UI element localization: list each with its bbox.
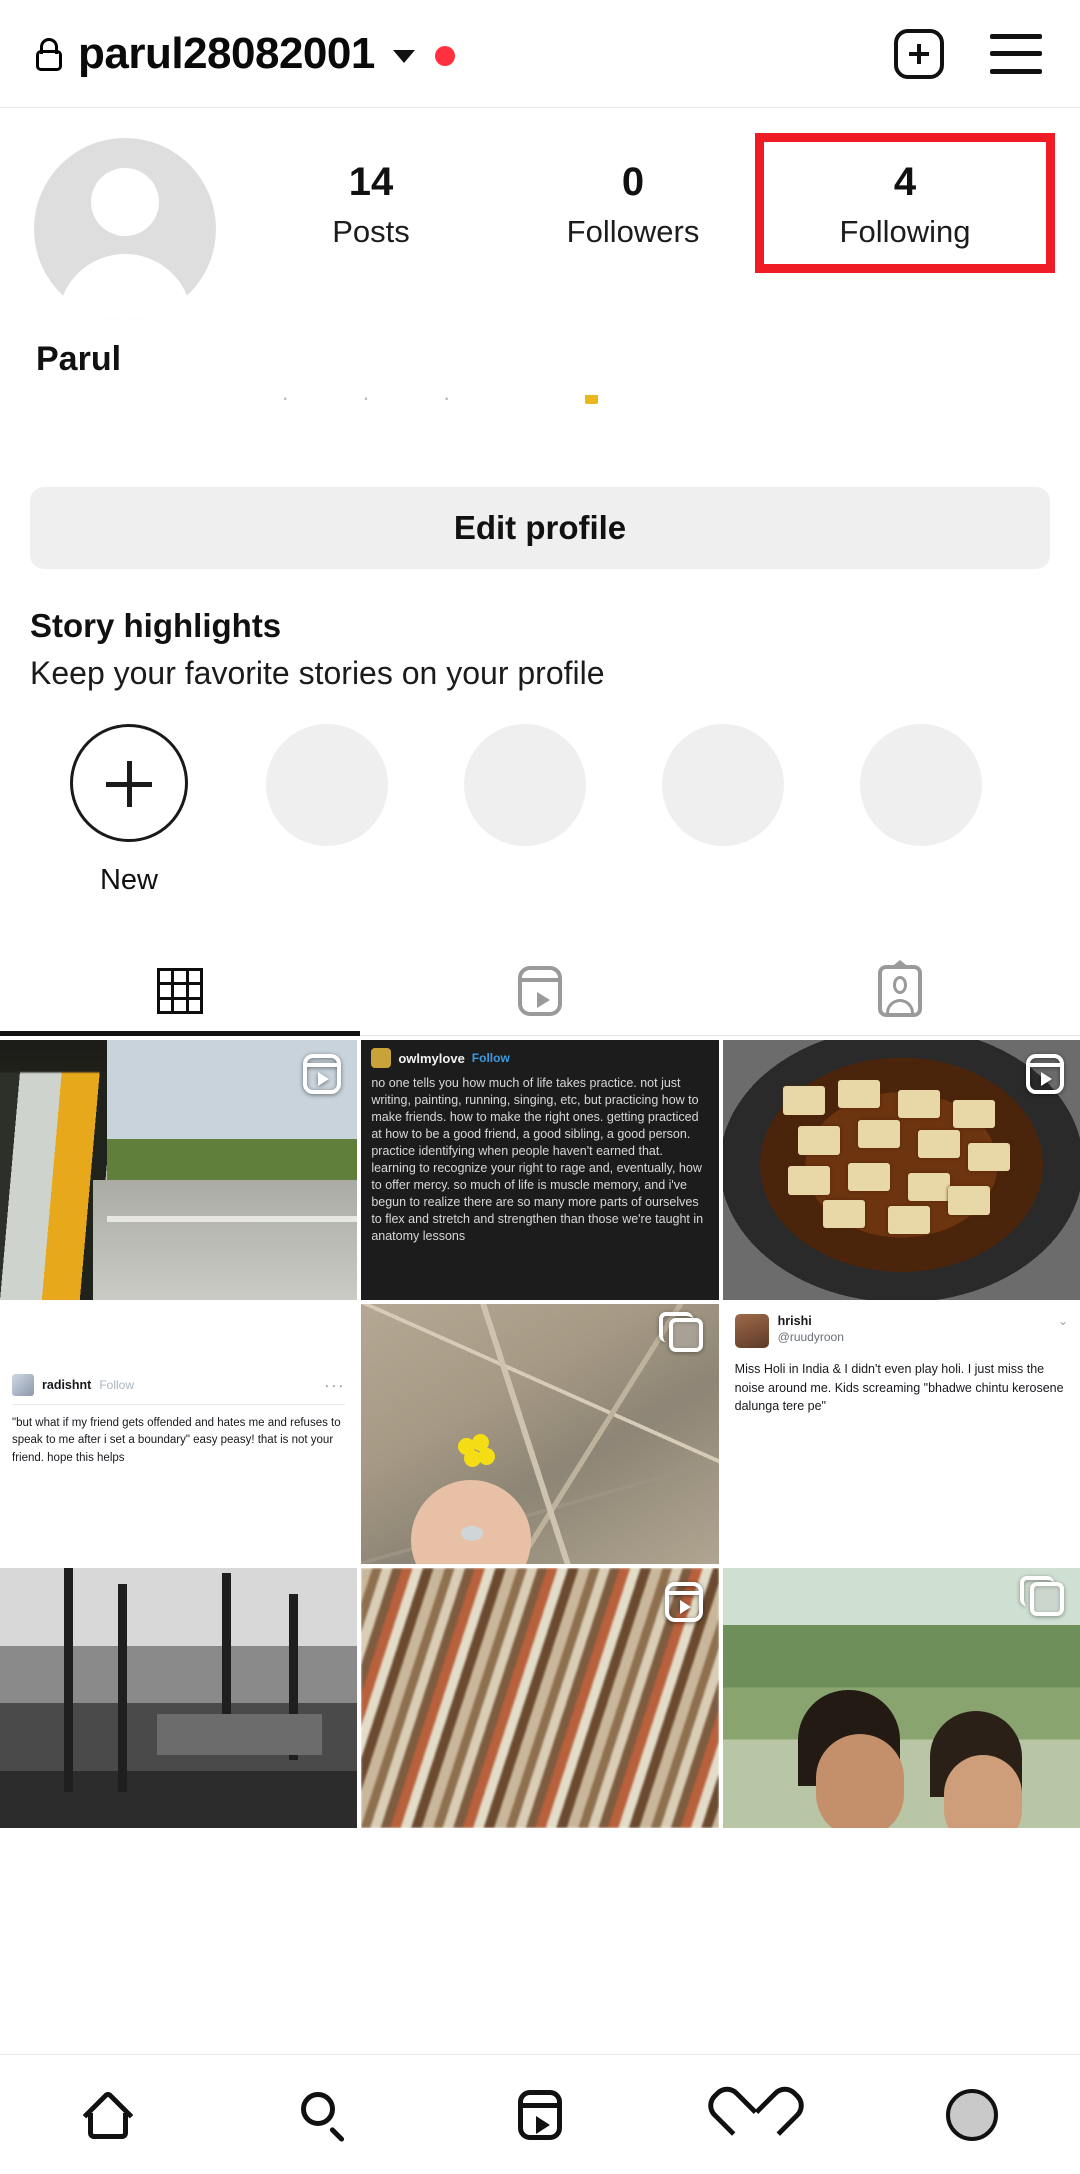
highlight-placeholder[interactable] [426,724,624,897]
post-tile[interactable] [0,1040,358,1300]
post-image-bw-trees [0,1568,358,1828]
post-image-two-people-garden [722,1568,1080,1828]
post-handle: owlmylove [398,1050,465,1066]
highlight-placeholder[interactable] [228,724,426,897]
reel-badge-icon [1026,1054,1064,1094]
display-name: Parul [36,340,122,378]
bio-clipped-fragment: . . . [34,395,1046,421]
post-tile[interactable] [722,1568,1080,1828]
search-icon [299,2090,349,2143]
more-options-icon[interactable]: ··· [324,1377,345,1394]
stat-posts[interactable]: 14 Posts [240,160,502,264]
tab-grid[interactable] [0,947,360,1036]
follow-link[interactable]: Follow [99,1378,134,1392]
plus-square-icon [894,28,944,79]
reels-icon [518,2089,562,2140]
follow-link[interactable]: Follow [472,1051,510,1065]
post-handle: radishnt [42,1378,92,1392]
content-tabs [0,947,1080,1036]
story-highlights-row: New [30,724,1050,897]
stats-row: 14 Posts 0 Followers 4 Following [240,133,1055,273]
story-highlights-title: Story highlights [30,607,282,644]
nav-reels[interactable] [432,2089,648,2140]
nav-activity[interactable] [648,2091,864,2139]
stat-following[interactable]: 4 Following [755,133,1055,273]
post-tile[interactable] [0,1568,358,1828]
post-image-dark-text: owlmylove Follow no one tells you how mu… [361,1040,719,1300]
post-grid: owlmylove Follow no one tells you how mu… [0,1040,1080,1828]
hamburger-menu-button[interactable] [990,33,1042,74]
nav-profile[interactable] [864,2088,1080,2141]
edit-profile-button[interactable]: Edit profile [30,487,1050,569]
story-highlights-section: Story highlights Keep your favorite stor… [0,569,1080,897]
tagged-icon [878,960,922,1017]
highlight-new-label: New [99,864,158,896]
following-count: 4 [893,160,917,204]
avatar [734,1314,769,1348]
post-tile[interactable] [722,1040,1080,1300]
avatar [12,1374,34,1396]
chevron-down-icon[interactable]: ⌄ [1058,1314,1068,1328]
post-tile[interactable] [361,1568,719,1828]
posts-count: 14 [348,160,394,204]
reel-badge-icon [303,1054,342,1094]
stat-followers[interactable]: 0 Followers [502,160,764,264]
avatar[interactable] [34,138,216,320]
post-body-text: no one tells you how much of life takes … [371,1076,704,1243]
notification-dot-badge [434,45,455,66]
post-tile[interactable]: hrishi @ruudyroon ⌄ Miss Holi in India &… [722,1304,1080,1564]
carousel-badge-icon [1020,1576,1064,1616]
reel-badge-icon [664,1582,703,1622]
following-label: Following [839,214,971,249]
post-tile[interactable] [361,1304,719,1564]
post-body-text: Miss Holi in India & I didn't even play … [734,1362,1064,1413]
post-at-handle: @ruudyroon [777,1330,844,1344]
bottom-navigation-bar [0,2054,1080,2174]
app-header: parul28082001 [0,0,1080,108]
avatar-block: Parul [34,138,240,379]
chevron-down-icon[interactable] [392,50,415,63]
avatar [371,1048,392,1068]
instagram-profile-screen: parul28082001 Parul 14 Posts 0 Followers [0,0,1080,2174]
post-image-tumblr: radishnt Follow ··· "but what if my frie… [0,1304,358,1564]
home-icon [82,2089,134,2140]
posts-label: Posts [332,214,410,249]
story-highlights-subtitle: Keep your favorite stories on your profi… [30,655,605,691]
highlight-placeholder[interactable] [624,724,822,897]
post-image-yellow-flower [361,1304,719,1564]
post-tile[interactable]: owlmylove Follow no one tells you how mu… [361,1040,719,1300]
add-post-button[interactable] [894,28,944,79]
bio-emoji-fragment [585,395,598,404]
followers-label: Followers [566,214,700,249]
lock-icon [34,37,64,71]
highlight-new[interactable]: New [30,724,228,897]
nav-search[interactable] [216,2090,432,2143]
profile-username[interactable]: parul28082001 [78,31,375,76]
heart-icon [730,2091,782,2139]
nav-home[interactable] [0,2089,216,2140]
plus-circle-icon [70,724,188,842]
avatar-icon [946,2088,998,2141]
profile-summary: Parul 14 Posts 0 Followers 4 Following [0,108,1080,379]
tab-reels[interactable] [360,947,720,1035]
carousel-badge-icon [658,1312,703,1352]
post-handle: hrishi [777,1314,812,1328]
reels-icon [518,966,562,1016]
followers-count: 0 [621,160,645,204]
post-body-text: "but what if my friend gets offended and… [12,1417,341,1464]
post-image-tweet: hrishi @ruudyroon ⌄ Miss Holi in India &… [722,1304,1080,1564]
post-tile[interactable]: radishnt Follow ··· "but what if my frie… [0,1304,358,1564]
highlight-placeholder[interactable] [822,724,1020,897]
grid-icon [157,968,203,1014]
tab-tagged[interactable] [720,947,1080,1035]
